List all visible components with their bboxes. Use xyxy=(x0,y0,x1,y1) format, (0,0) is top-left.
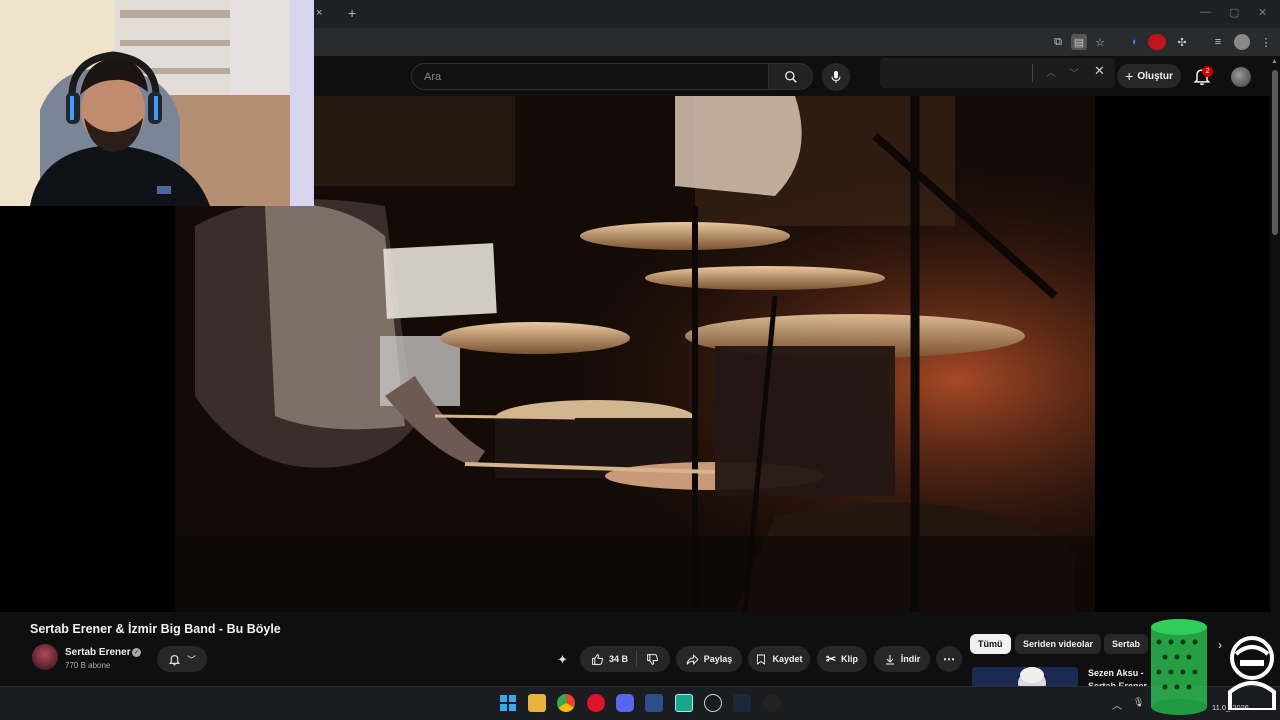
chip-series[interactable]: Seriden videolar xyxy=(1015,634,1102,654)
maximize-button[interactable]: ▢ xyxy=(1229,6,1239,19)
minimize-button[interactable]: — xyxy=(1200,6,1211,18)
verified-badge-icon: ✓ xyxy=(132,648,141,657)
chrome-icon[interactable] xyxy=(557,694,575,712)
windows-start-icon[interactable] xyxy=(499,694,517,712)
sparkle-ai-icon[interactable]: ✦ xyxy=(557,652,568,668)
thumbs-down-icon[interactable] xyxy=(646,653,659,666)
media-control-icon[interactable]: ≡ xyxy=(1210,34,1226,50)
voice-search-button[interactable] xyxy=(822,63,850,91)
channel-avatar[interactable] xyxy=(32,644,58,670)
browser-menu-icon[interactable]: ⋮ xyxy=(1258,34,1274,50)
profile-icon[interactable] xyxy=(1234,34,1250,50)
share-button[interactable]: Paylaş xyxy=(676,646,742,672)
share-label: Paylaş xyxy=(703,654,733,664)
chip-sertab[interactable]: Sertab xyxy=(1104,634,1149,654)
cast-icon[interactable]: ⧉ xyxy=(1050,34,1066,50)
search-icon xyxy=(784,70,797,83)
search-input[interactable]: Ara xyxy=(411,63,769,90)
microphone-icon xyxy=(831,71,841,83)
share-icon xyxy=(686,653,699,665)
download-icon xyxy=(885,654,894,664)
more-actions-button[interactable]: ⋯ xyxy=(936,646,962,672)
new-tab-button[interactable]: + xyxy=(348,5,356,21)
bookmark-icon xyxy=(757,654,766,665)
bookmark-star-icon[interactable]: ☆ xyxy=(1092,34,1108,50)
app-g-icon[interactable] xyxy=(763,694,781,712)
find-previous-icon[interactable]: ︿ xyxy=(1046,64,1056,79)
windows-taskbar xyxy=(0,686,1280,720)
like-button[interactable]: 34 B xyxy=(591,651,637,667)
notification-count-badge: 2 xyxy=(1202,66,1213,77)
like-count: 34 B xyxy=(608,654,628,664)
scroll-up-arrow-icon[interactable]: ▲ xyxy=(1271,58,1278,65)
scissors-icon: ✂ xyxy=(825,652,837,666)
tray-overflow-icon[interactable]: ︿ xyxy=(1112,697,1122,712)
recommendation-title[interactable]: Sezen Aksu - xyxy=(1088,668,1144,678)
clip-label: Klip xyxy=(841,654,859,664)
opera-icon[interactable] xyxy=(587,694,605,712)
steam-icon[interactable] xyxy=(733,694,751,712)
notification-subscribe-button[interactable]: ﹀ xyxy=(157,646,207,672)
find-close-icon[interactable]: ✕ xyxy=(1094,63,1105,79)
subscriber-count: 770 B abone xyxy=(65,661,111,670)
user-avatar[interactable] xyxy=(1231,67,1251,87)
save-button[interactable]: Kaydet xyxy=(748,646,810,672)
search-button[interactable] xyxy=(769,63,813,90)
find-in-page-bar: ︿ ﹀ ✕ xyxy=(880,58,1115,88)
thumbs-up-icon xyxy=(592,653,604,665)
reader-icon[interactable]: ▤ xyxy=(1071,34,1087,50)
extensions-puzzle-icon[interactable]: ✣ xyxy=(1174,34,1190,50)
streamer-webcam-image xyxy=(0,0,314,206)
app-circle-icon[interactable] xyxy=(704,694,722,712)
close-window-button[interactable]: ✕ xyxy=(1258,6,1267,19)
file-explorer-icon[interactable] xyxy=(528,694,546,712)
discord-icon[interactable] xyxy=(616,694,634,712)
clip-button[interactable]: ✂ Klip xyxy=(817,646,867,672)
download-button[interactable]: İndir xyxy=(874,646,930,672)
download-label: İndir xyxy=(900,654,921,664)
more-actions-icon: ⋯ xyxy=(943,652,955,666)
green-lattice-overlay-icon xyxy=(1151,619,1207,715)
chevron-down-icon: ﹀ xyxy=(186,654,196,665)
like-dislike-group: 34 B xyxy=(580,646,670,672)
video-title: Sertab Erener & İzmir Big Band - Bu Böyl… xyxy=(30,622,281,636)
channel-name[interactable]: Sertab Erener xyxy=(65,647,131,658)
tray-mic-icon[interactable]: 🎙 xyxy=(1133,697,1144,708)
app-blue-icon[interactable] xyxy=(645,694,663,712)
find-next-icon[interactable]: ﹀ xyxy=(1069,65,1079,80)
extension-red-icon[interactable] xyxy=(1148,34,1166,50)
app-active-icon[interactable] xyxy=(675,694,693,712)
create-label: Oluştur xyxy=(1137,70,1173,82)
scrollbar-thumb[interactable] xyxy=(1272,70,1278,235)
create-button[interactable]: + Oluştur xyxy=(1117,64,1181,88)
extension-audio-icon[interactable]: ◖ xyxy=(1126,34,1142,50)
chip-all[interactable]: Tümü xyxy=(970,634,1011,654)
save-label: Kaydet xyxy=(772,654,803,664)
bell-icon xyxy=(168,654,181,665)
tab-close-icon[interactable]: × xyxy=(316,7,322,19)
plus-icon: + xyxy=(1125,68,1134,84)
astronaut-logo-icon xyxy=(1228,636,1276,710)
webcam-overlay xyxy=(0,0,314,206)
